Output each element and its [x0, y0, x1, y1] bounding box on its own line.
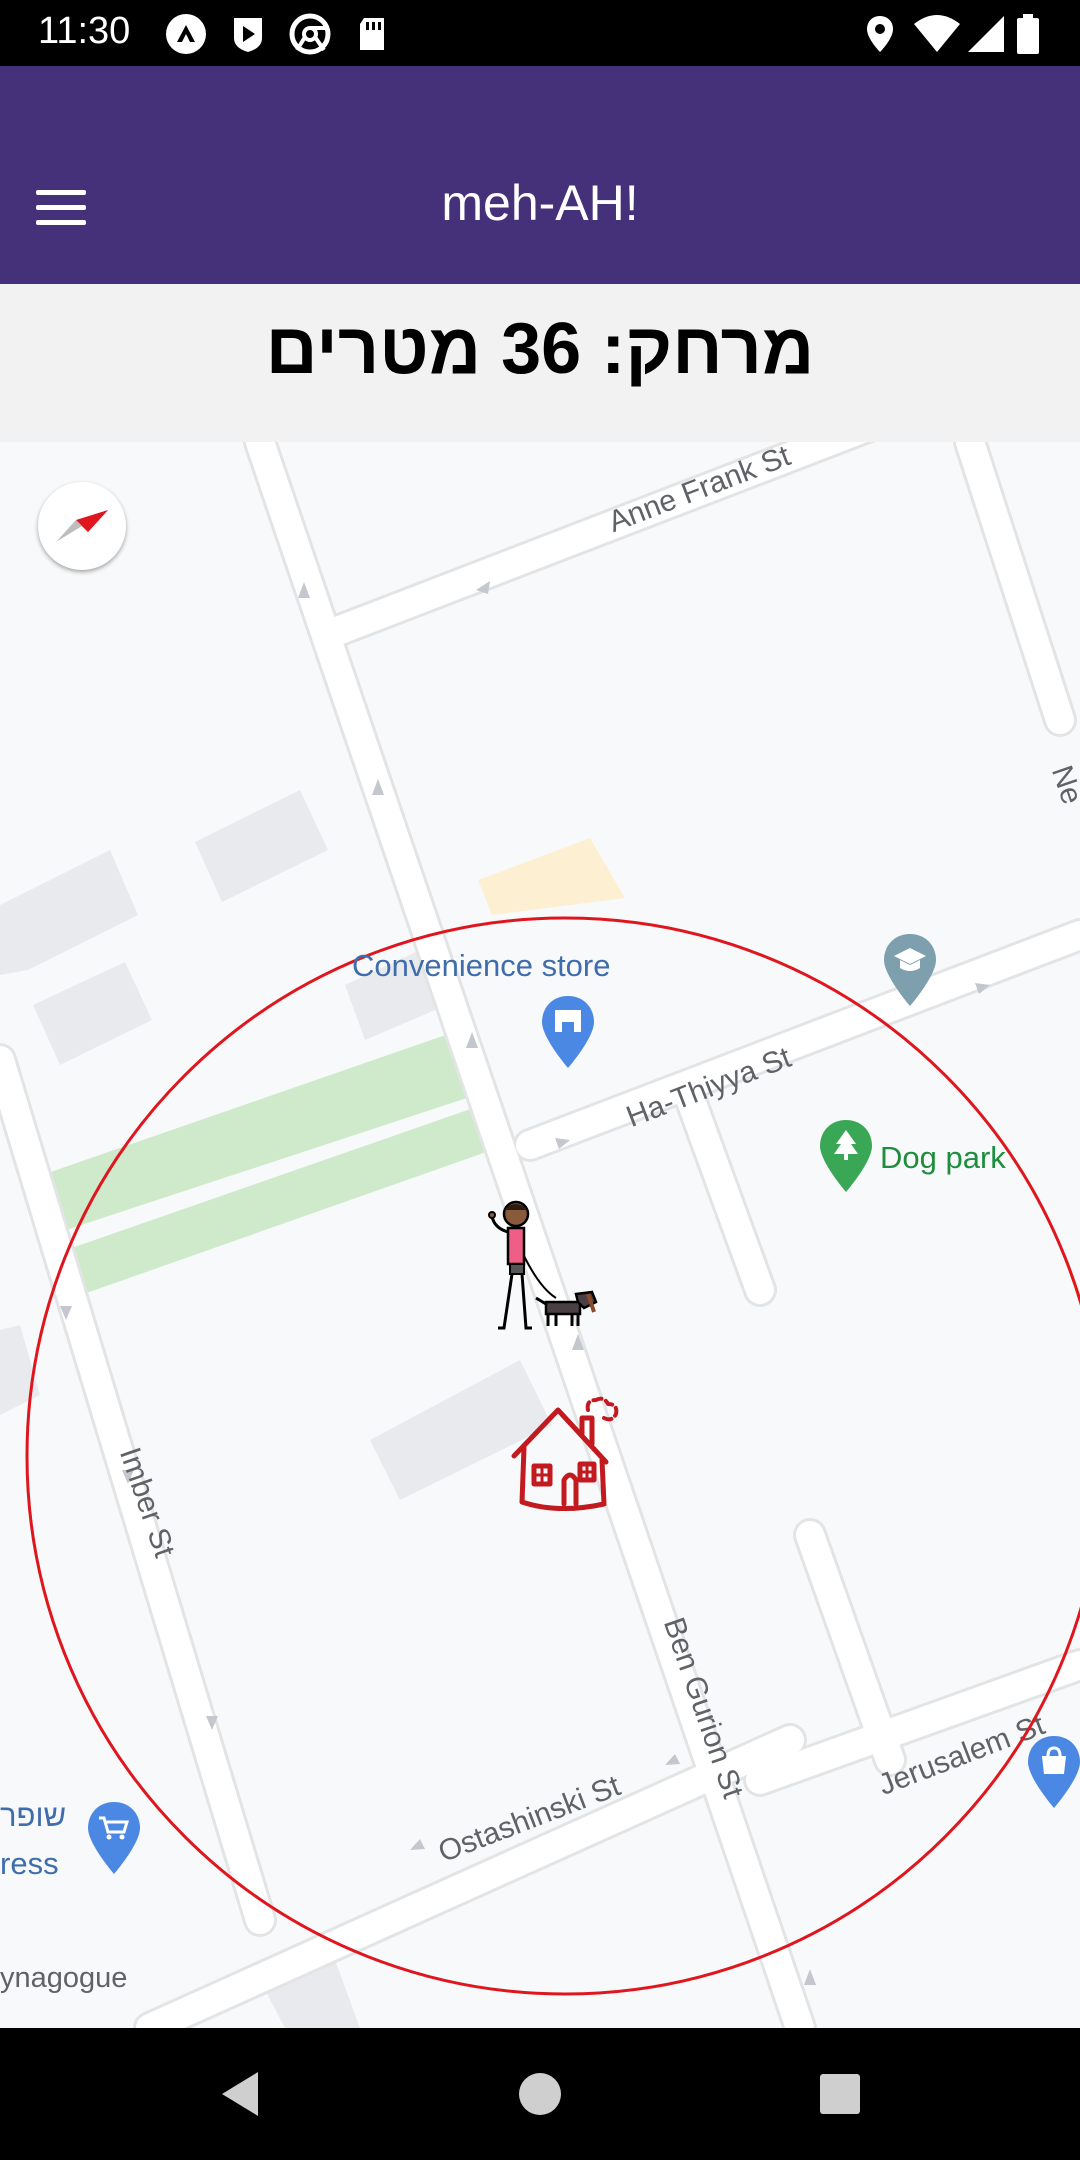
poi-label[interactable]: ynagogue	[0, 1962, 127, 1995]
recents-icon[interactable]	[812, 2066, 868, 2122]
back-icon[interactable]	[214, 2066, 270, 2122]
distance-panel: מרחק: 36 מטרים	[0, 284, 1080, 442]
status-time: 11:30	[38, 10, 131, 52]
poi-label[interactable]: ress	[0, 1846, 59, 1882]
person-with-dog-icon[interactable]	[470, 1198, 606, 1338]
signal-icon	[968, 16, 1004, 52]
location-icon	[867, 16, 893, 52]
distance-text: מרחק: 36 מטרים	[265, 309, 815, 389]
supermarket-pin-icon[interactable]	[84, 1800, 144, 1876]
poi-label[interactable]: שופר	[0, 1798, 66, 1834]
poi-label[interactable]: Convenience store	[352, 948, 611, 984]
park-pin-icon[interactable]	[816, 1118, 876, 1194]
app-title: meh-AH!	[441, 175, 639, 231]
sd-card-icon	[360, 18, 384, 50]
play-icon	[234, 18, 262, 52]
home-icon[interactable]	[508, 1396, 634, 1518]
shopping-pin-icon[interactable]	[1024, 1734, 1080, 1810]
school-pin-icon[interactable]	[880, 932, 940, 1008]
map-view[interactable]: Anne Frank St Ha-Thiyya St Imber St Ben …	[0, 442, 1080, 2028]
wifi-icon	[914, 15, 960, 52]
home-nav-icon[interactable]	[512, 2066, 568, 2122]
battery-icon	[1017, 14, 1039, 54]
chrome-icon	[289, 13, 331, 55]
store-pin-icon[interactable]	[538, 994, 598, 1070]
poi-label[interactable]: Dog park	[880, 1140, 1006, 1176]
compass-icon[interactable]	[38, 482, 126, 570]
system-nav-bar	[0, 2028, 1080, 2160]
status-bar: 11:30	[0, 0, 1080, 66]
app-bar: meh-AH!	[0, 66, 1080, 284]
nearby-icon	[166, 14, 206, 54]
